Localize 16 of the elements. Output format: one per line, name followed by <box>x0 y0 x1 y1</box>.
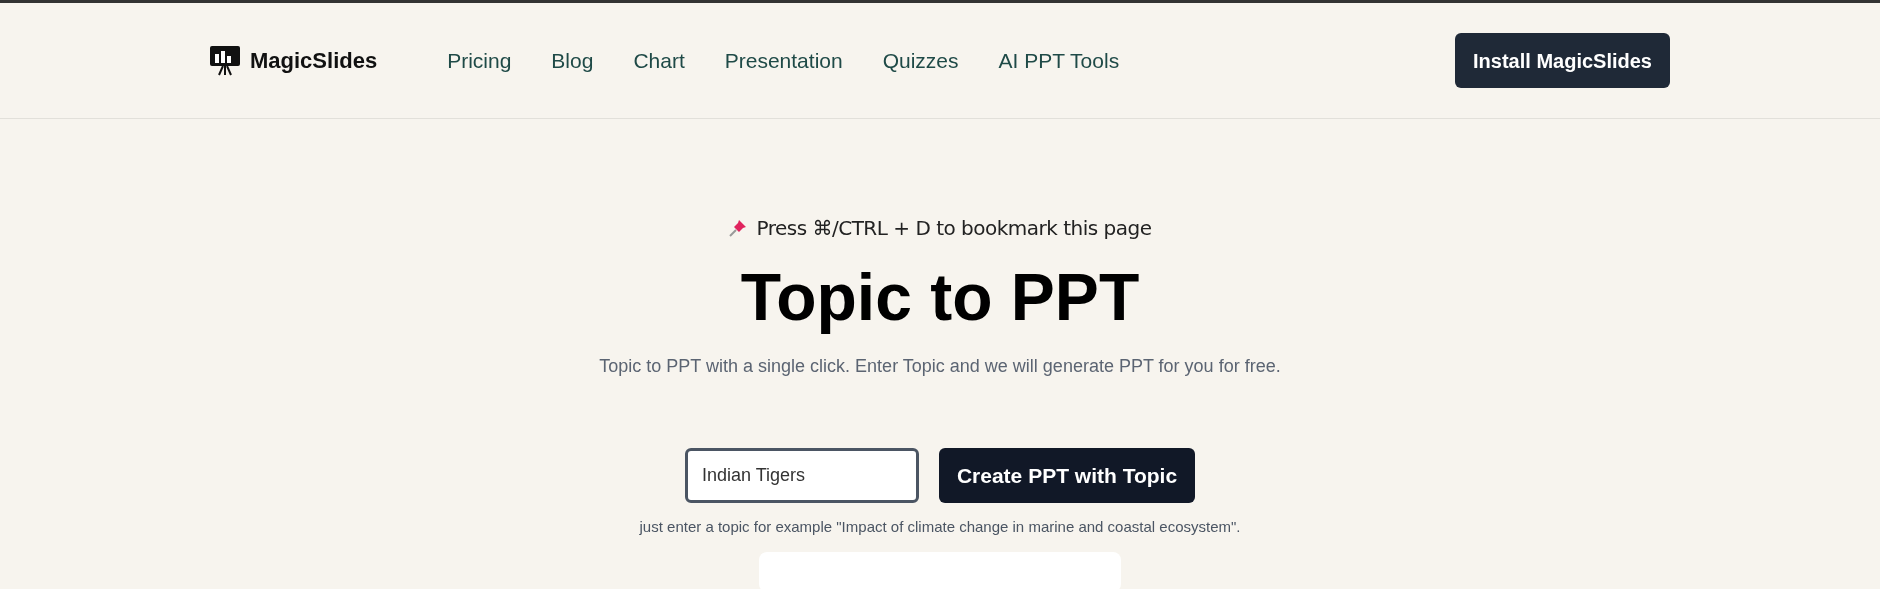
input-hint: just enter a topic for example "Impact of climate change in marine and coastal ecosystem". <box>639 517 1241 537</box>
nav-link[interactable]: Pricing <box>447 44 512 77</box>
pushpin-icon <box>728 218 749 238</box>
nav-link[interactable]: Presentation <box>724 44 843 77</box>
bookmark-tip: Press ⌘/CTRL + D to bookmark this page <box>756 215 1152 242</box>
nav-link[interactable]: Quizzes <box>882 44 959 77</box>
nav-link[interactable]: AI PPT Tools <box>998 44 1120 77</box>
brand-name[interactable]: MagicSlides <box>250 44 378 77</box>
topic-input[interactable]: Indian Tigers <box>684 448 919 503</box>
logo-icon <box>210 45 240 76</box>
page-title: Topic to PPT <box>740 259 1140 336</box>
nav-link[interactable]: Chart <box>633 44 685 77</box>
install-button[interactable]: Install MagicSlides <box>1455 33 1670 88</box>
create-ppt-button[interactable]: Create PPT with Topic <box>938 448 1196 503</box>
subtitle: Topic to PPT with a single click. Enter Topic and we will generate PPT for you for free. <box>599 355 1281 378</box>
nav-link[interactable]: Blog <box>551 44 594 77</box>
